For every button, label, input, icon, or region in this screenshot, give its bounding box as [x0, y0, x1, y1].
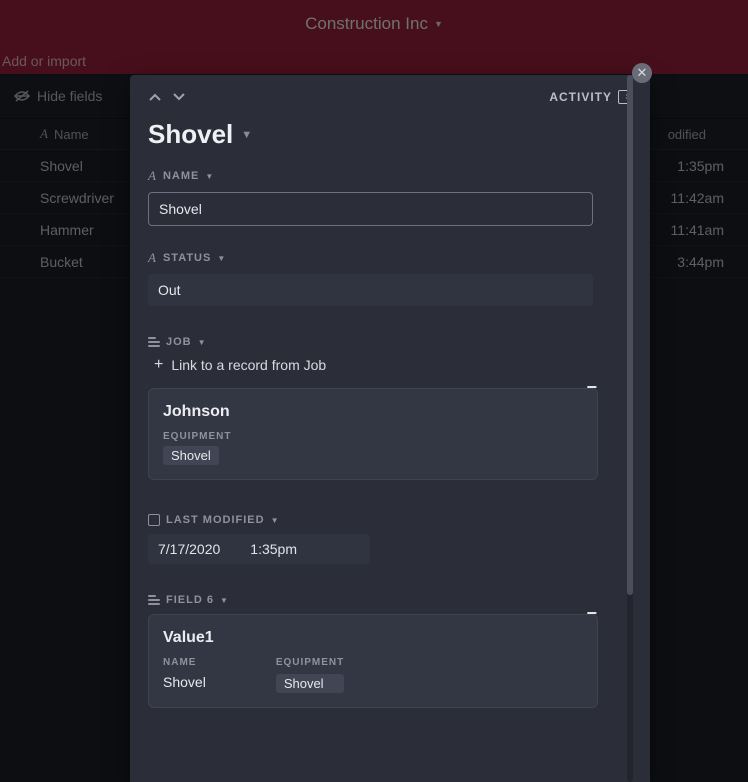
activity-toggle[interactable]: ACTIVITY › — [549, 90, 632, 104]
panel-scrollbar[interactable] — [627, 75, 633, 782]
panel-topbar: ACTIVITY › — [130, 75, 650, 119]
prev-record-button[interactable] — [148, 92, 162, 102]
field-label-job[interactable]: JOB ▼ — [148, 336, 632, 348]
linked-record-card[interactable]: − Value1 NAME Shovel EQUIPMENT Shovel — [148, 614, 598, 708]
record-nav — [148, 92, 186, 102]
panel-body: A NAME ▼ A STATUS ▼ Out JOB ▼ + Link to … — [130, 164, 650, 763]
plus-icon: + — [154, 356, 163, 374]
status-input[interactable]: Out — [148, 274, 593, 306]
field-label-lm-text: LAST MODIFIED — [166, 514, 265, 526]
field-label-status[interactable]: A STATUS ▼ — [148, 250, 632, 266]
caret-down-icon: ▼ — [220, 596, 229, 605]
record-title[interactable]: Shovel ▼ — [130, 119, 650, 164]
linked-record-field-label: EQUIPMENT — [276, 657, 344, 668]
linked-record-chip: Shovel — [163, 446, 219, 465]
unlink-record-button[interactable]: − — [586, 377, 597, 398]
linked-record-card[interactable]: − Johnson EQUIPMENT Shovel — [148, 388, 598, 480]
field-label-last-modified[interactable]: LAST MODIFIED ▼ — [148, 514, 632, 526]
linked-record-icon — [148, 337, 160, 347]
next-record-button[interactable] — [172, 92, 186, 102]
activity-label: ACTIVITY — [549, 90, 612, 104]
field-label-status-text: STATUS — [163, 252, 211, 264]
text-field-icon: A — [148, 250, 157, 266]
linked-record-field-label: NAME — [163, 657, 206, 668]
link-record-text: Link to a record from Job — [171, 357, 326, 373]
unlink-record-button[interactable]: − — [586, 603, 597, 624]
linked-record-field-label: EQUIPMENT — [163, 431, 583, 442]
linked-record-icon — [148, 595, 160, 605]
linked-record-chip: Shovel — [276, 674, 344, 693]
caret-down-icon: ▼ — [271, 516, 280, 525]
last-modified-value: 7/17/2020 1:35pm — [148, 534, 370, 564]
linked-record-title: Value1 — [163, 629, 583, 647]
chevron-up-icon — [148, 92, 162, 102]
caret-down-icon: ▼ — [198, 338, 207, 347]
chevron-down-icon — [172, 92, 186, 102]
linked-record-field-value: Shovel — [163, 674, 206, 690]
caret-down-icon: ▼ — [241, 129, 252, 141]
text-field-icon: A — [148, 168, 157, 184]
status-value: Out — [158, 282, 181, 298]
last-modified-date: 7/17/2020 — [158, 541, 220, 557]
last-modified-icon — [148, 514, 160, 526]
record-title-text: Shovel — [148, 119, 233, 150]
record-detail-panel: ACTIVITY › Shovel ▼ A NAME ▼ A STATUS ▼ … — [130, 75, 650, 782]
field-label-field6[interactable]: FIELD 6 ▼ — [148, 594, 632, 606]
field-label-field6-text: FIELD 6 — [166, 594, 214, 606]
close-icon: ✕ — [637, 65, 648, 81]
last-modified-time: 1:35pm — [250, 541, 297, 557]
scrollbar-thumb[interactable] — [627, 75, 633, 595]
close-button[interactable]: ✕ — [632, 63, 652, 83]
field-label-name-text: NAME — [163, 170, 199, 182]
link-record-button[interactable]: + Link to a record from Job — [154, 356, 632, 374]
field-label-job-text: JOB — [166, 336, 192, 348]
name-input[interactable] — [148, 192, 593, 226]
caret-down-icon: ▼ — [217, 254, 226, 263]
caret-down-icon: ▼ — [205, 172, 214, 181]
linked-record-title: Johnson — [163, 403, 583, 421]
field-label-name[interactable]: A NAME ▼ — [148, 168, 632, 184]
